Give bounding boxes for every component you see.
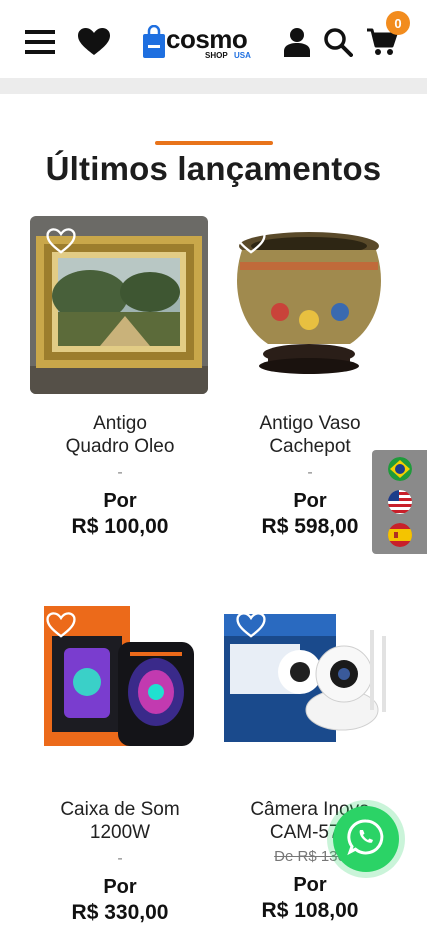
menu-icon[interactable] — [22, 24, 58, 60]
product-card[interactable]: Câmera Inova CAM-570 De R$ 130 Por R$ 108… — [220, 600, 400, 923]
product-name-line2: Cachepot — [269, 436, 351, 457]
whatsapp-button[interactable] — [333, 806, 399, 872]
product-name[interactable]: Caixa de Som 1200W — [30, 798, 210, 844]
product-name-line1: Antigo Vaso — [259, 413, 361, 434]
product-image[interactable] — [220, 216, 398, 394]
header: cosmo SHOP USA 0 — [0, 0, 427, 78]
language-switcher — [372, 450, 427, 554]
user-icon[interactable] — [279, 24, 315, 60]
product-price: R$ 330,00 — [71, 901, 169, 924]
product-name-line2: Quadro Oleo — [65, 436, 175, 457]
product-name-line2: 1200W — [89, 822, 151, 843]
product-card[interactable]: Caixa de Som 1200W - Por R$ 330,00 — [30, 600, 210, 925]
product-name-line1: Antigo — [93, 413, 147, 434]
wishlist-heart-icon[interactable] — [236, 228, 266, 259]
product-card[interactable]: Antigo Quadro Oleo - Por R$ 100,00 — [30, 216, 210, 539]
section-accent-line — [155, 141, 273, 145]
product-image[interactable] — [30, 600, 208, 778]
wishlist-heart-icon[interactable] — [46, 612, 76, 643]
flag-brazil-icon[interactable] — [388, 457, 412, 481]
logo-sub-shop: SHOP — [205, 51, 228, 60]
product-image[interactable] — [30, 216, 208, 394]
wishlist-heart-icon[interactable] — [236, 612, 266, 643]
header-divider-band — [0, 78, 427, 94]
flag-usa-icon[interactable] — [388, 490, 412, 514]
price-prefix: Por — [103, 876, 137, 898]
product-price: R$ 108,00 — [261, 899, 359, 922]
cart-count: 0 — [394, 15, 402, 31]
whatsapp-icon — [347, 818, 385, 861]
product-name-line1: Caixa de Som — [60, 799, 180, 820]
section-title: Últimos lançamentos — [45, 150, 382, 187]
product-dash: - — [117, 850, 123, 867]
shopping-bag-logo-icon — [143, 25, 165, 58]
price-prefix: Por — [103, 490, 137, 512]
logo-sub-usa: USA — [234, 51, 251, 60]
product-image[interactable] — [220, 600, 398, 778]
search-icon[interactable] — [320, 24, 356, 60]
logo[interactable]: cosmo SHOP USA — [142, 22, 266, 62]
cart-count-badge: 0 — [386, 11, 410, 35]
product-price: R$ 100,00 — [71, 515, 169, 538]
favorites-heart-icon[interactable] — [76, 24, 112, 60]
price-prefix: Por — [293, 874, 327, 896]
wishlist-heart-icon[interactable] — [46, 228, 76, 259]
flag-spain-icon[interactable] — [388, 523, 412, 547]
product-dash: - — [117, 464, 123, 481]
product-name[interactable]: Antigo Quadro Oleo — [30, 412, 210, 458]
